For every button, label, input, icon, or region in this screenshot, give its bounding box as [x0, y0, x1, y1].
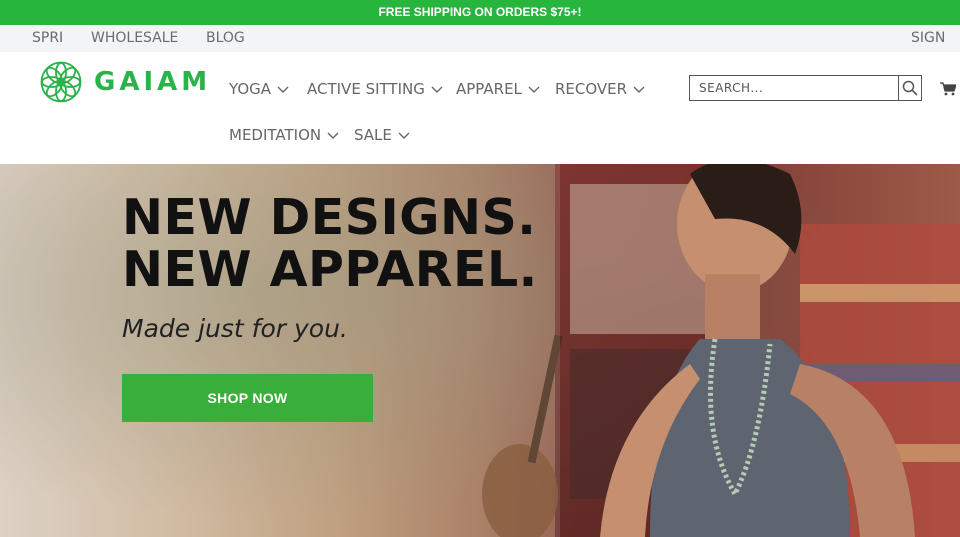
hero-headline-line-2: NEW APPAREL. [122, 241, 538, 298]
nav-item-apparel[interactable]: APPAREL [456, 82, 540, 97]
nav-item-label: SALE [354, 126, 392, 144]
search-box [689, 75, 922, 101]
chevron-down-icon [431, 86, 443, 93]
utility-bar: SPRI WHOLESALE BLOG SIGN IN [0, 25, 960, 73]
utility-link-spri[interactable]: SPRI [32, 25, 63, 52]
cart-icon [940, 82, 957, 96]
nav-item-label: MEDITATION [229, 126, 322, 144]
hero-headline-line-1: NEW DESIGNS. [122, 189, 537, 246]
site-header: GAIAM YOGA ACTIVE SITTING APPAREL RECOVE… [0, 52, 960, 164]
shop-now-button[interactable]: SHOP NOW [122, 374, 373, 422]
cart-button[interactable] [940, 82, 957, 101]
promo-banner: FREE SHIPPING ON ORDERS $75+! [0, 0, 960, 25]
chevron-down-icon [528, 86, 540, 93]
nav-item-label: APPAREL [456, 80, 522, 98]
nav-item-meditation[interactable]: MEDITATION [229, 128, 339, 143]
search-input[interactable] [690, 76, 900, 100]
chevron-down-icon [398, 132, 410, 139]
hero-tagline: Made just for you. [122, 314, 348, 343]
nav-item-recover[interactable]: RECOVER [555, 82, 645, 97]
flower-logo-icon [40, 61, 82, 103]
chevron-down-icon [633, 86, 645, 93]
nav-item-label: YOGA [229, 80, 272, 98]
utility-link-wholesale[interactable]: WHOLESALE [91, 25, 178, 52]
hero-banner: NEW DESIGNS. NEW APPAREL. Made just for … [0, 164, 960, 537]
nav-item-label: RECOVER [555, 80, 628, 98]
nav-item-label: ACTIVE SITTING [307, 80, 425, 98]
search-icon [902, 80, 918, 96]
utility-link-blog[interactable]: BLOG [206, 25, 245, 52]
logo-text: GAIAM [94, 67, 212, 97]
gaiam-logo[interactable]: GAIAM [40, 60, 211, 104]
promo-text: FREE SHIPPING ON ORDERS $75+! [378, 5, 582, 19]
chevron-down-icon [277, 86, 289, 93]
nav-item-sale[interactable]: SALE [354, 128, 410, 143]
nav-item-active-sitting[interactable]: ACTIVE SITTING [307, 82, 443, 97]
hero-headline: NEW DESIGNS. NEW APPAREL. [122, 192, 642, 296]
nav-item-yoga[interactable]: YOGA [229, 82, 289, 97]
search-button[interactable] [898, 75, 921, 101]
chevron-down-icon [327, 132, 339, 139]
